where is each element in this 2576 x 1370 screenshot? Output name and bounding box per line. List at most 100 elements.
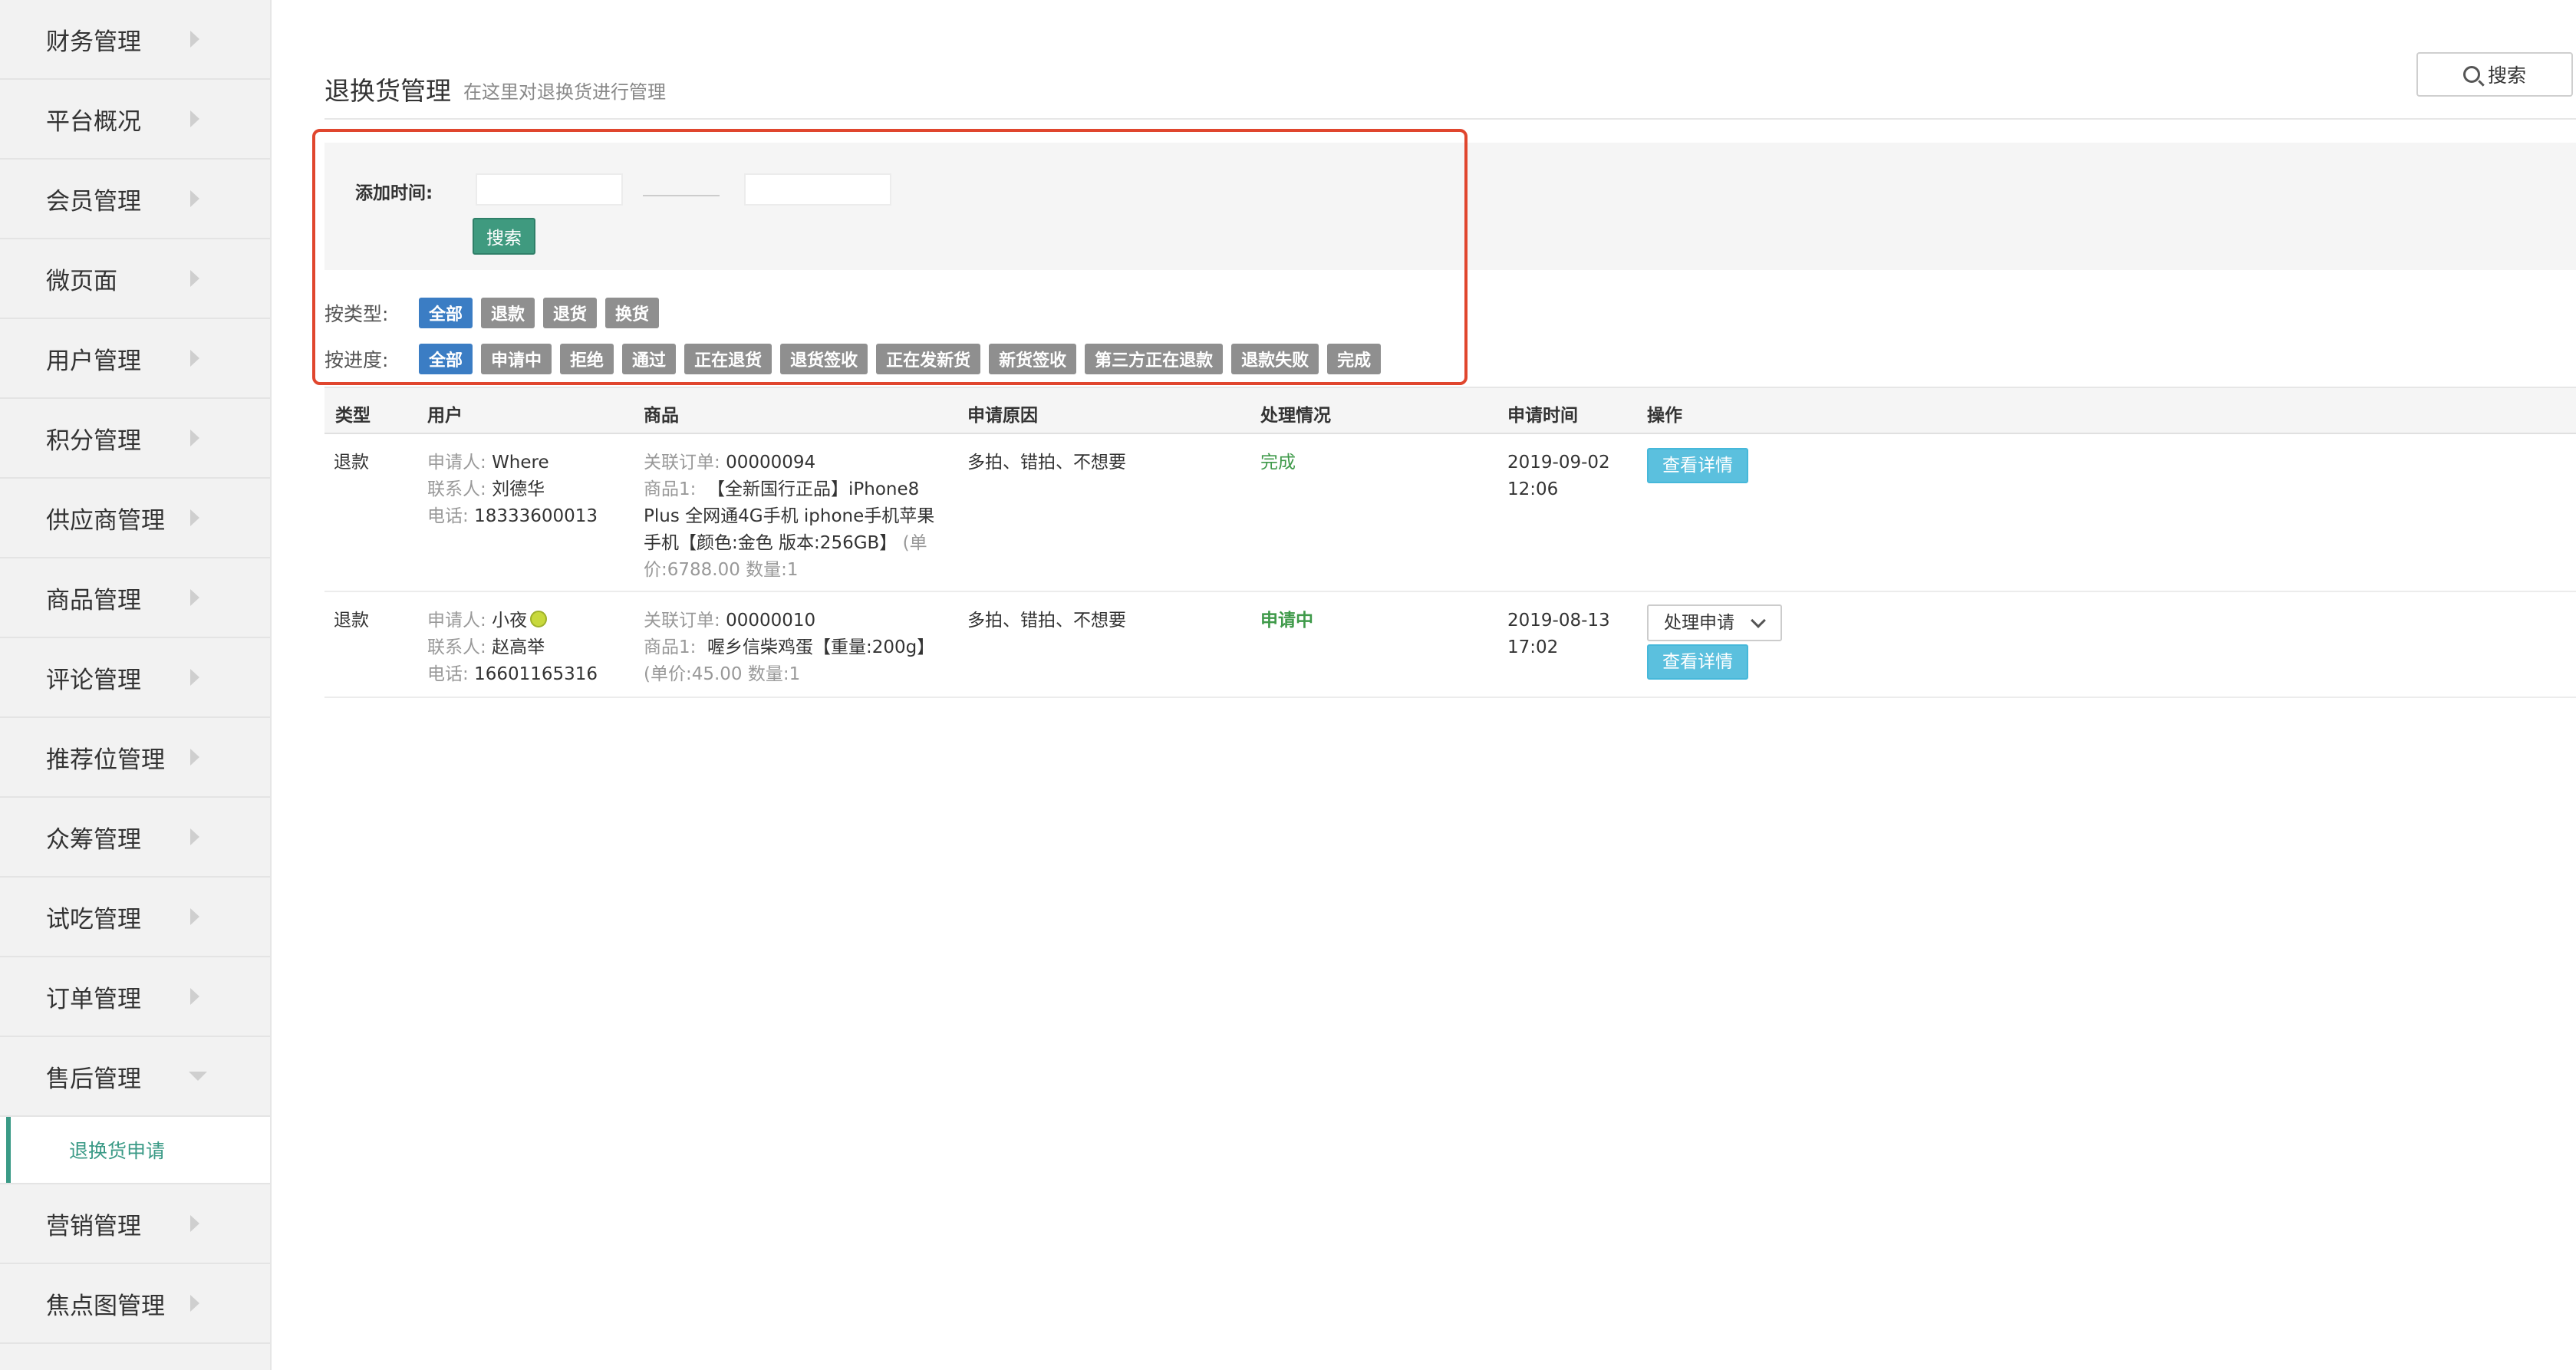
sidebar-item-points[interactable]: 积分管理: [0, 399, 270, 479]
sidebar-item-label: 售后管理: [46, 1065, 141, 1093]
phone-label: 电话:: [427, 506, 469, 526]
status-badge: 完成: [1260, 453, 1296, 473]
applicant-value: Where: [492, 453, 549, 473]
active-indicator: [6, 1117, 11, 1183]
chevron-right-icon: [190, 828, 199, 845]
sidebar-item-comments[interactable]: 评论管理: [0, 638, 270, 718]
search-toggle-button[interactable]: 搜索: [2416, 52, 2573, 97]
row-type: 退款: [334, 453, 369, 473]
column-header-goods: 商品: [644, 406, 679, 426]
returns-table: 类型 用户 商品 申请原因 处理情况 申请时间 操作 退款 申请人: Where…: [324, 387, 2576, 698]
row-time: 2019-09-02 12:06: [1507, 450, 1610, 503]
title-divider: [324, 118, 2576, 120]
chevron-right-icon: [190, 1215, 199, 1232]
contact-label: 联系人:: [427, 479, 486, 499]
sidebar-item-products[interactable]: 商品管理: [0, 558, 270, 638]
chevron-right-icon: [190, 749, 199, 766]
chevron-right-icon: [190, 1295, 199, 1312]
sidebar-item-micro-pages[interactable]: 微页面: [0, 239, 270, 319]
sidebar-item-tasting[interactable]: 试吃管理: [0, 878, 270, 957]
phone-value: 16601165316: [474, 664, 598, 684]
sidebar-item-suppliers[interactable]: 供应商管理: [0, 479, 270, 558]
filter-highlight-box: [312, 129, 1468, 385]
column-header-time: 申请时间: [1507, 406, 1578, 426]
chevron-down-icon: [1751, 613, 1766, 628]
sidebar-item-label: 积分管理: [46, 426, 141, 455]
applicant-value: 小夜: [492, 611, 528, 631]
chevron-right-icon: [190, 270, 199, 287]
applicant-label: 申请人:: [427, 453, 486, 473]
chevron-right-icon: [190, 988, 199, 1005]
goods-name-cont: Plus 全网通4G手机 iphone手机苹果: [644, 506, 935, 526]
chevron-right-icon: [190, 589, 199, 606]
phone-value: 18333600013: [474, 506, 598, 526]
sidebar-item-label: 会员管理: [46, 187, 141, 216]
page-subtitle: 在这里对退换货进行管理: [463, 81, 666, 103]
sidebar-subitem-return-exchange[interactable]: 退换货申请: [0, 1117, 270, 1184]
sidebar: 财务管理 平台概况 会员管理 微页面 用户管理 积分管理 供应商管理 商品管理 …: [0, 0, 272, 1370]
table-header: 类型 用户 商品 申请原因 处理情况 申请时间 操作: [324, 387, 2576, 434]
chevron-right-icon: [190, 31, 199, 48]
row-user: 申请人: Where 联系人: 刘德华 电话: 18333600013: [427, 450, 598, 530]
row-actions: 处理申请 查看详情: [1647, 604, 1782, 680]
sidebar-item-members[interactable]: 会员管理: [0, 160, 270, 239]
sidebar-item-orders[interactable]: 订单管理: [0, 957, 270, 1037]
goods-price-open: (单: [902, 533, 927, 553]
sidebar-item-users[interactable]: 用户管理: [0, 319, 270, 399]
chevron-right-icon: [190, 110, 199, 127]
chevron-right-icon: [190, 350, 199, 367]
sidebar-item-label: 财务管理: [46, 28, 141, 56]
chevron-right-icon: [190, 190, 199, 207]
sidebar-item-label: 试吃管理: [46, 905, 141, 934]
sidebar-item-finance[interactable]: 财务管理: [0, 0, 270, 80]
search-toggle-label: 搜索: [2487, 64, 2526, 87]
sidebar-item-platform-overview[interactable]: 平台概况: [0, 80, 270, 160]
order-label: 关联订单:: [644, 453, 720, 473]
row-time: 2019-08-13 17:02: [1507, 608, 1610, 661]
process-request-dropdown[interactable]: 处理申请: [1647, 604, 1782, 641]
contact-value: 赵高举: [492, 637, 545, 657]
chevron-right-icon: [190, 430, 199, 446]
chevron-right-icon: [190, 908, 199, 925]
sidebar-item-label: 用户管理: [46, 347, 141, 375]
time-date: 2019-09-02: [1507, 453, 1610, 473]
sidebar-item-label: 众筹管理: [46, 825, 141, 854]
sidebar-item-label: 营销管理: [46, 1212, 141, 1240]
sidebar-item-label: 推荐位管理: [46, 746, 165, 774]
time-clock: 17:02: [1507, 637, 1559, 657]
row-goods: 关联订单: 00000094 商品1: 【全新国行正品】iPhone8 Plus…: [644, 450, 958, 584]
time-date: 2019-08-13: [1507, 611, 1610, 631]
row-reason: 多拍、错拍、不想要: [967, 611, 1126, 631]
view-details-button[interactable]: 查看详情: [1647, 644, 1748, 680]
row-user: 申请人: 小夜 联系人: 赵高举 电话: 16601165316: [427, 608, 598, 688]
process-request-label: 处理申请: [1664, 612, 1734, 633]
goods-label: 商品1:: [644, 637, 697, 657]
row-actions: 查看详情: [1647, 448, 1748, 483]
page-title: 退换货管理: [324, 76, 451, 106]
row-goods: 关联订单: 00000010 商品1: 喔乡信柴鸡蛋【重量:200g】 (单价:…: [644, 608, 958, 688]
sidebar-item-focus-images[interactable]: 焦点图管理: [0, 1264, 270, 1344]
table-row: 退款 申请人: Where 联系人: 刘德华 电话: 18333600013 关…: [324, 434, 2576, 592]
table-row: 退款 申请人: 小夜 联系人: 赵高举 电话: 16601165316 关联订单…: [324, 592, 2576, 698]
column-header-actions: 操作: [1647, 406, 1682, 426]
contact-value: 刘德华: [492, 479, 545, 499]
chevron-right-icon: [190, 509, 199, 526]
sidebar-item-after-sales[interactable]: 售后管理: [0, 1037, 270, 1117]
sidebar-item-marketing[interactable]: 营销管理: [0, 1184, 270, 1264]
column-header-type: 类型: [335, 406, 371, 426]
sidebar-item-label: 评论管理: [46, 666, 141, 694]
sidebar-item-recommend-slots[interactable]: 推荐位管理: [0, 718, 270, 798]
row-type: 退款: [334, 611, 369, 631]
column-header-reason: 申请原因: [967, 406, 1038, 426]
sidebar-item-label: 商品管理: [46, 586, 141, 614]
sidebar-item-crowdfunding[interactable]: 众筹管理: [0, 798, 270, 878]
sidebar-subitem-label: 退换货申请: [69, 1140, 166, 1162]
tennis-ball-icon: [530, 611, 548, 627]
status-badge: 申请中: [1260, 611, 1313, 631]
view-details-button[interactable]: 查看详情: [1647, 448, 1748, 483]
sidebar-item-label: 订单管理: [46, 985, 141, 1013]
phone-label: 电话:: [427, 664, 469, 684]
goods-name: 喔乡信柴鸡蛋【重量:200g】: [707, 637, 935, 657]
goods-price-qty: 价:6788.00 数量:1: [644, 560, 799, 580]
column-header-user: 用户: [427, 406, 463, 426]
